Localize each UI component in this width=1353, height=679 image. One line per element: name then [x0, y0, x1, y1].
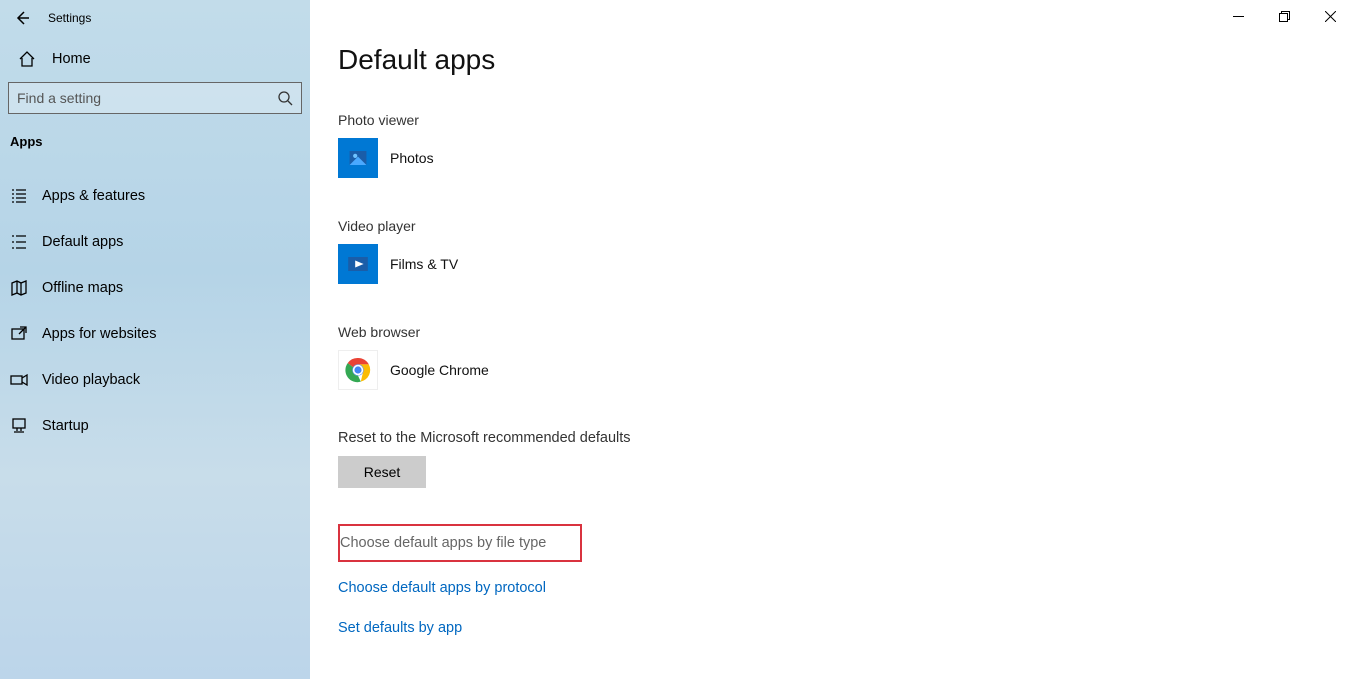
search-box[interactable] — [8, 82, 302, 114]
search-icon — [277, 90, 293, 106]
app-name: Photos — [390, 150, 434, 166]
map-icon — [8, 279, 30, 297]
sidebar-item-apps-for-websites[interactable]: Apps for websites — [0, 311, 310, 357]
video-player-app[interactable]: Films & TV — [338, 244, 1353, 284]
link-choose-by-protocol[interactable]: Choose default apps by protocol — [338, 568, 1353, 608]
page-title: Default apps — [338, 44, 1353, 76]
home-button[interactable]: Home — [0, 36, 310, 82]
content: Default apps Photo viewer Photos Video p… — [310, 32, 1353, 679]
web-browser-label: Web browser — [338, 324, 1353, 340]
link-set-defaults-by-app[interactable]: Set defaults by app — [338, 608, 1353, 648]
search-wrap — [0, 82, 310, 124]
main: Default apps Photo viewer Photos Video p… — [310, 0, 1353, 679]
reset-label: Reset to the Microsoft recommended defau… — [338, 430, 1353, 446]
sidebar-item-label: Apps & features — [42, 188, 145, 204]
sidebar-item-label: Startup — [42, 418, 89, 434]
window-title: Settings — [48, 11, 91, 25]
minimize-button[interactable] — [1215, 0, 1261, 32]
app-name: Google Chrome — [390, 362, 489, 378]
close-button[interactable] — [1307, 0, 1353, 32]
link-choose-by-file-type[interactable]: Choose default apps by file type — [338, 524, 582, 562]
app-name: Films & TV — [390, 256, 458, 272]
web-browser-app[interactable]: Google Chrome — [338, 350, 1353, 390]
sidebar-item-offline-maps[interactable]: Offline maps — [0, 265, 310, 311]
home-label: Home — [52, 51, 91, 67]
maximize-icon — [1279, 11, 1290, 22]
video-icon — [8, 371, 30, 389]
photo-viewer-label: Photo viewer — [338, 112, 1353, 128]
search-input[interactable] — [17, 90, 277, 106]
link-text: Choose default apps by protocol — [338, 580, 546, 596]
list-icon — [8, 187, 30, 205]
open-external-icon — [8, 325, 30, 343]
sidebar-item-label: Offline maps — [42, 280, 123, 296]
films-tv-icon — [338, 244, 378, 284]
back-arrow-icon — [14, 10, 30, 26]
photo-viewer-app[interactable]: Photos — [338, 138, 1353, 178]
sidebar-item-label: Apps for websites — [42, 326, 156, 342]
nav-list: Apps & features Default apps Offline map… — [0, 173, 310, 449]
minimize-icon — [1233, 11, 1244, 22]
home-icon — [18, 50, 36, 68]
back-button[interactable] — [0, 0, 44, 36]
reset-button[interactable]: Reset — [338, 456, 426, 488]
sidebar: Settings Home Apps Apps & features Defau… — [0, 0, 310, 679]
sidebar-item-label: Video playback — [42, 372, 140, 388]
sidebar-item-video-playback[interactable]: Video playback — [0, 357, 310, 403]
sidebar-item-default-apps[interactable]: Default apps — [0, 219, 310, 265]
close-icon — [1325, 11, 1336, 22]
nav-group-header: Apps — [0, 124, 310, 155]
sidebar-item-label: Default apps — [42, 234, 123, 250]
photos-icon — [338, 138, 378, 178]
link-text: Choose default apps by file type — [340, 535, 546, 551]
link-text: Set defaults by app — [338, 620, 462, 636]
maximize-button[interactable] — [1261, 0, 1307, 32]
window-controls — [310, 0, 1353, 32]
chrome-icon — [338, 350, 378, 390]
defaults-icon — [8, 233, 30, 251]
titlebar: Settings — [0, 0, 310, 36]
sidebar-item-startup[interactable]: Startup — [0, 403, 310, 449]
sidebar-item-apps-features[interactable]: Apps & features — [0, 173, 310, 219]
startup-icon — [8, 417, 30, 435]
video-player-label: Video player — [338, 218, 1353, 234]
